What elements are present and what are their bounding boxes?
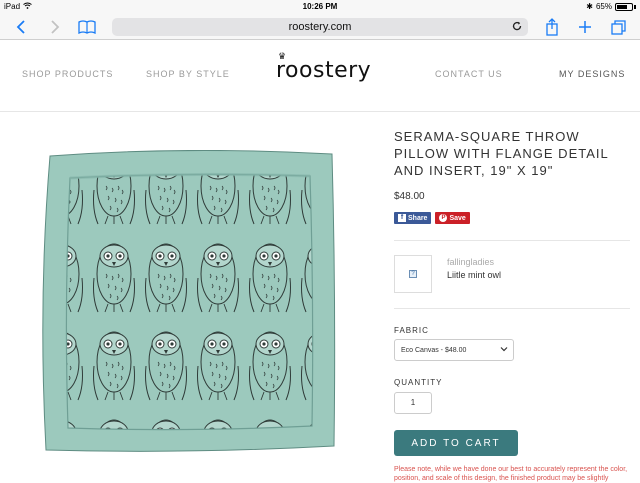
designer-name[interactable]: fallingladies	[447, 257, 494, 267]
nav-contact-us[interactable]: CONTACT US	[435, 69, 503, 79]
design-thumbnail[interactable]: ?	[394, 255, 432, 293]
status-bar: iPad 10:26 PM ✱ 65%	[0, 0, 640, 14]
nav-shop-products[interactable]: SHOP PRODUCTS	[22, 69, 113, 79]
fabric-selected-value: Eco Canvas - $48.00	[401, 346, 467, 354]
product-price: $48.00	[394, 191, 425, 202]
divider	[394, 308, 630, 309]
bluetooth-icon: ✱	[586, 2, 593, 11]
product-title: SERAMA-SQUARE THROW PILLOW WITH FLANGE D…	[394, 129, 609, 178]
missing-image-icon: ?	[409, 270, 417, 278]
address-bar[interactable]: roostery.com	[112, 18, 528, 36]
fabric-select[interactable]: Eco Canvas - $48.00	[394, 339, 514, 361]
crown-icon: ♛	[278, 52, 287, 62]
nav-my-designs[interactable]: MY DESIGNS	[559, 69, 625, 79]
quantity-label: QUANTITY	[394, 378, 443, 387]
tabs-icon[interactable]	[608, 17, 630, 37]
divider	[394, 240, 630, 241]
chevron-down-icon	[500, 345, 508, 355]
quantity-input[interactable]: 1	[394, 392, 432, 414]
book-icon[interactable]	[76, 17, 98, 37]
site-header: SHOP PRODUCTS SHOP BY STYLE ♛ roostery C…	[0, 40, 640, 112]
battery-icon	[615, 2, 633, 11]
color-disclaimer: Please note, while we have done our best…	[394, 466, 628, 482]
site-logo[interactable]: ♛ roostery	[276, 52, 371, 83]
nav-shop-by-style[interactable]: SHOP BY STYLE	[146, 69, 230, 79]
pinterest-save-button[interactable]: P Save	[435, 212, 470, 224]
designer-block: ? fallingladies Liitle mint owl	[394, 255, 634, 295]
add-to-cart-button[interactable]: ADD TO CART	[394, 430, 518, 456]
pinterest-icon: P	[439, 214, 448, 222]
plus-icon[interactable]	[574, 17, 596, 37]
clock: 10:26 PM	[302, 2, 338, 11]
social-buttons: f Share P Save	[394, 212, 634, 224]
battery-percent: 65%	[595, 2, 612, 11]
share-icon[interactable]	[541, 17, 563, 37]
chevron-left-icon[interactable]	[10, 17, 32, 37]
facebook-share-button[interactable]: f Share	[394, 212, 432, 224]
design-name: Liitle mint owl	[447, 270, 502, 280]
reload-icon[interactable]	[512, 20, 522, 34]
product-image[interactable]	[36, 149, 340, 454]
product-details: SERAMA-SQUARE THROW PILLOW WITH FLANGE D…	[394, 128, 634, 224]
url-text: roostery.com	[288, 21, 352, 33]
facebook-icon: f	[398, 214, 406, 222]
browser-toolbar: roostery.com	[0, 14, 640, 40]
chevron-right-icon[interactable]	[44, 17, 66, 37]
fabric-label: FABRIC	[394, 326, 429, 335]
